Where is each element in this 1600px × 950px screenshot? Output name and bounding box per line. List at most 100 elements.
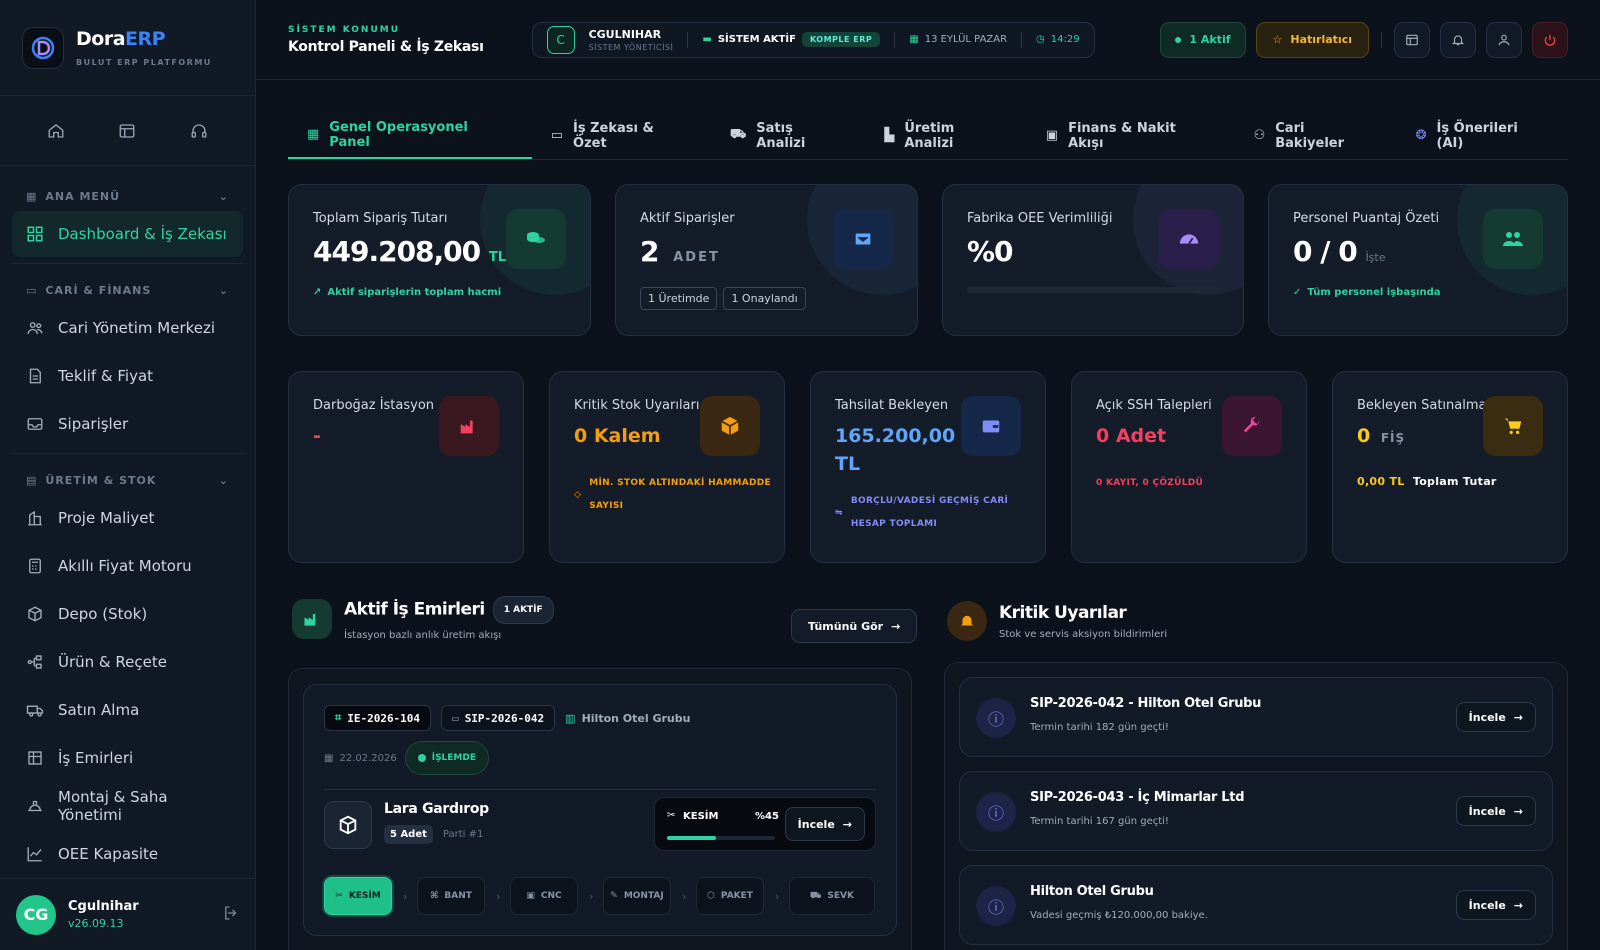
- kpi-title: Aktif Siparişler: [640, 211, 735, 226]
- sidebar-item-product-recipe[interactable]: Ürün & Reçete: [12, 639, 243, 685]
- tab-account-balances[interactable]: ⚇ Cari Bakiyeler: [1235, 112, 1397, 159]
- kpi-value: 0 Kalem: [574, 425, 661, 447]
- work-orders-header: Aktif İş Emirleri 1 AKTİF İstasyon bazlı …: [292, 596, 554, 641]
- sidebar-item-quotes[interactable]: Teklif & Fiyat: [12, 353, 243, 399]
- stage-kesim[interactable]: ✂ KESİM: [324, 877, 392, 915]
- work-order-code: ⌗ IE-2026-104: [324, 705, 432, 731]
- notifications-button[interactable]: [1440, 21, 1476, 58]
- sidebar-item-customers[interactable]: Cari Yönetim Merkezi: [12, 305, 243, 351]
- user-profile[interactable]: CG Cgulnihar v26.09.13: [0, 878, 256, 950]
- power-button[interactable]: [1532, 21, 1568, 58]
- grid-icon: ▦: [26, 190, 38, 203]
- logo-icon: [22, 26, 64, 69]
- kpi-title: Açık SSH Talepleri: [1096, 398, 1212, 413]
- sidebar-item-label: Satın Alma: [58, 701, 140, 719]
- quantity-badge: 5 Adet: [384, 825, 433, 844]
- sidebar-item-label: Depo (Stok): [58, 605, 148, 623]
- arrow-right-icon: →: [1513, 898, 1523, 912]
- kpi-title: Toplam Sipariş Tutarı: [313, 211, 448, 226]
- arrow-right-icon: →: [1513, 804, 1523, 818]
- reminder-button[interactable]: ☆ Hatırlatıcı: [1255, 21, 1369, 58]
- sidebar: DoraERP BULUT ERP PLATFORMU ▦ ANA MENÜ ⌄ D…: [0, 0, 256, 950]
- users-icon: [27, 322, 43, 335]
- star-icon: ☆: [1272, 33, 1283, 46]
- layout-icon[interactable]: [111, 115, 143, 147]
- tab-production-analysis[interactable]: ▙ Üretim Analizi: [865, 112, 1026, 159]
- stage-paket[interactable]: ⬡ PAKET: [696, 877, 764, 915]
- section-header-main-menu[interactable]: ▦ ANA MENÜ ⌄: [12, 176, 243, 211]
- sidebar-item-dashboard[interactable]: Dashboard & İş Zekası: [12, 211, 243, 257]
- users-icon: [1483, 209, 1543, 269]
- stage-sevk[interactable]: ⛟ SEVK: [789, 877, 875, 915]
- info-icon: ⓘ: [976, 792, 1016, 832]
- kpi-value: 0 FİŞ: [1357, 425, 1406, 447]
- alert-item[interactable]: ⓘ SIP-2026-042 - Hilton Otel Grubu Termi…: [959, 677, 1553, 757]
- inspect-button[interactable]: İncele →: [784, 807, 865, 841]
- tab-finance-cashflow[interactable]: ▣ Finans & Nakit Akışı: [1027, 112, 1235, 159]
- avatar: CG: [16, 894, 56, 935]
- stage-montaj[interactable]: ✎ MONTAJ: [603, 877, 671, 915]
- app-version: v26.09.13: [68, 917, 124, 930]
- progress-fill: [667, 836, 716, 840]
- logout-icon[interactable]: [222, 904, 240, 926]
- sidebar-item-oee[interactable]: OEE Kapasite: [12, 831, 243, 877]
- alert-item[interactable]: ⓘ SIP-2026-043 - İç Mimarlar Ltd Termin …: [959, 771, 1553, 851]
- sidebar-item-purchasing[interactable]: Satın Alma: [12, 687, 243, 733]
- tab-ai-suggestions[interactable]: ❂ İş Önerileri (AI): [1397, 112, 1568, 159]
- top-bar: SİSTEM KONUMU Kontrol Paneli & İş Zekası…: [256, 0, 1600, 80]
- sidebar-item-field-assembly[interactable]: Montaj & Saha Yönetimi: [12, 783, 243, 829]
- grid-icon: [27, 226, 43, 242]
- inspect-button[interactable]: İncele →: [1455, 702, 1536, 732]
- layout-toggle-button[interactable]: [1394, 21, 1430, 58]
- profile-button[interactable]: [1486, 21, 1522, 58]
- tab-business-intelligence[interactable]: ▭ İş Zekası & Özet: [532, 112, 711, 159]
- truck-icon: ⛟: [810, 890, 822, 901]
- chart-line-icon: [27, 847, 42, 862]
- sidebar-item-orders[interactable]: Siparişler: [12, 401, 243, 447]
- view-all-button[interactable]: Tümünü Gör →: [791, 609, 918, 643]
- inspect-button[interactable]: İncele →: [1455, 890, 1536, 920]
- brand-subtitle: BULUT ERP PLATFORMU: [76, 58, 212, 67]
- stage-cnc[interactable]: ▣ CNC: [510, 877, 578, 915]
- work-order-card[interactable]: ⌗ IE-2026-104 ▭ SIP-2026-042 ▥ Hilton Otel …: [303, 684, 897, 936]
- alert-title: SIP-2026-042 - Hilton Otel Grubu: [1030, 696, 1262, 711]
- kpi-value: %0: [967, 235, 1014, 268]
- alert-title: SIP-2026-043 - İç Mimarlar Ltd: [1030, 790, 1245, 805]
- sidebar-item-work-orders[interactable]: İş Emirleri: [12, 735, 243, 781]
- cpu-icon: ▣: [526, 891, 535, 901]
- factory-icon: ▙: [884, 128, 895, 143]
- chevron-down-icon: ⌄: [218, 284, 229, 297]
- kpi-title: Personel Puantaj Özeti: [1293, 211, 1440, 226]
- kpi-footer: 0,00 TL Toplam Tutar: [1357, 475, 1497, 488]
- home-icon[interactable]: [40, 115, 72, 147]
- page-title: Kontrol Paneli & İş Zekası: [288, 38, 484, 55]
- sidebar-item-label: Dashboard & İş Zekası: [58, 225, 227, 243]
- stage-bant[interactable]: ⌘ BANT: [417, 877, 485, 915]
- order-code: ▭ SIP-2026-042: [441, 705, 556, 731]
- tab-general-operations[interactable]: ▦ Genel Operasyonel Panel: [288, 112, 532, 159]
- sidebar-item-price-engine[interactable]: Akıllı Fiyat Motoru: [12, 543, 243, 589]
- section-header-finance[interactable]: ▭ CARİ & FİNANS ⌄: [12, 270, 243, 305]
- oee-progress-track: [967, 287, 1221, 293]
- kpi-footer: ⇋ BORÇLU/VADESİ GEÇMİŞ CARİ HESAP TOPLAMI: [835, 490, 1025, 536]
- active-users-button[interactable]: 1 Aktif: [1160, 21, 1246, 58]
- kpi-title: Darboğaz İstasyon: [313, 398, 435, 413]
- box-icon: [28, 606, 42, 622]
- info-icon: ⓘ: [976, 886, 1016, 926]
- trend-up-icon: ↗: [313, 287, 322, 298]
- inspect-button[interactable]: İncele →: [1455, 796, 1536, 826]
- kpi-active-orders: Aktif Siparişler 2 ADET 1 Üretimde 1 Onay…: [615, 184, 918, 336]
- sidebar-item-project-cost[interactable]: Proje Maliyet: [12, 495, 243, 541]
- sidebar-item-warehouse[interactable]: Depo (Stok): [12, 591, 243, 637]
- sidebar-item-label: Proje Maliyet: [58, 509, 155, 527]
- tag-in-production: 1 Üretimde: [640, 287, 718, 310]
- calculator-icon: [29, 558, 41, 574]
- alert-item[interactable]: ⓘ Hilton Otel Grubu Vadesi geçmiş ₺120.0…: [959, 865, 1553, 945]
- scissors-icon: ✂: [335, 891, 343, 901]
- section-header-production[interactable]: ▤ ÜRETİM & STOK ⌄: [12, 460, 243, 495]
- headset-icon[interactable]: [183, 115, 215, 147]
- bell-icon: [1451, 34, 1465, 45]
- sidebar-item-label: İş Emirleri: [58, 749, 134, 767]
- wrench-icon: [1222, 396, 1282, 456]
- tab-sales-analysis[interactable]: ⛟ Satış Analizi: [711, 112, 865, 159]
